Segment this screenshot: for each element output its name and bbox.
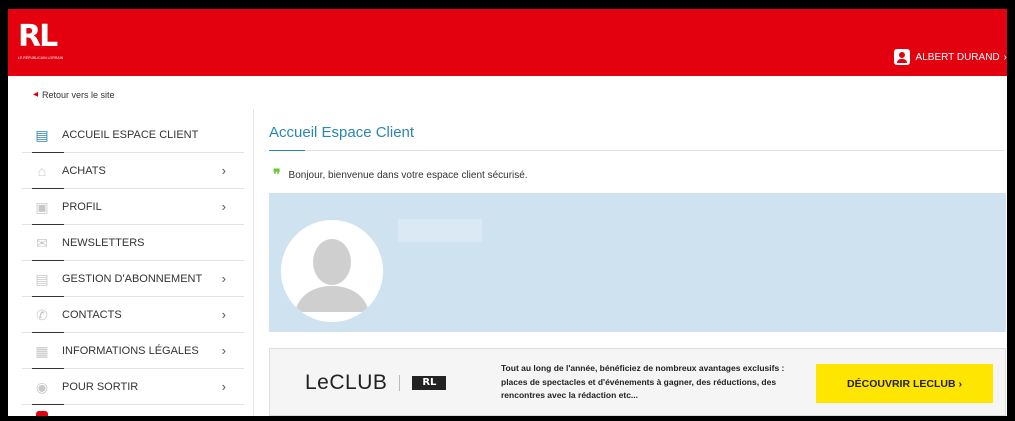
- sidebar: ▤ ACCUEIL ESPACE CLIENT ⌂ ACHATS › ▣ PRO…: [22, 117, 244, 405]
- avatar-silhouette-icon: [281, 220, 383, 322]
- id-card-icon: ▤: [35, 126, 49, 143]
- title-accent: [269, 150, 305, 151]
- sidebar-item-label: ACCUEIL ESPACE CLIENT: [62, 128, 199, 141]
- user-menu[interactable]: ALBERT DURAND ›: [893, 48, 1007, 66]
- back-link-label: Retour vers le site: [42, 89, 115, 100]
- welcome-text: Bonjour, bienvenue dans votre espace cli…: [288, 169, 528, 181]
- document-icon: ▦: [35, 342, 49, 359]
- back-arrow-icon: ◂: [33, 89, 39, 100]
- item-underline: [32, 404, 64, 405]
- user-icon: [893, 49, 910, 65]
- leclub-name: LeCLUB: [305, 371, 388, 394]
- profile-panel: [269, 193, 1006, 332]
- title-divider: [269, 150, 1005, 151]
- logo-text: RL: [18, 19, 58, 54]
- chevron-right-icon: ›: [221, 163, 226, 178]
- user-name: ALBERT DURAND: [915, 51, 1000, 63]
- leclub-banner: LeCLUB RL Tout au long de l'année, bénéf…: [269, 348, 1006, 416]
- sidebar-item-label: PROFIL: [62, 200, 102, 213]
- rl-badge: RL: [412, 376, 447, 390]
- discover-leclub-button[interactable]: DÉCOUVRIR LECLUB ›: [816, 364, 993, 403]
- sidebar-item-abonnement[interactable]: ▤ GESTION D'ABONNEMENT ›: [22, 261, 244, 297]
- globe-icon: ◉: [35, 378, 49, 395]
- user-chevron-icon: ›: [1003, 51, 1007, 63]
- sidebar-item-label: ACHATS: [62, 164, 106, 177]
- avatar[interactable]: [281, 220, 383, 322]
- sidebar-item-profil[interactable]: ▣ PROFIL ›: [22, 189, 244, 225]
- phone-icon: ✆: [36, 306, 48, 323]
- column-divider: [253, 109, 254, 416]
- sidebar-item-informations-legales[interactable]: ▦ INFORMATIONS LÉGALES ›: [22, 333, 244, 369]
- leclub-logo: LeCLUB RL: [305, 371, 447, 395]
- sidebar-item-partial[interactable]: [22, 409, 244, 416]
- logo-subtitle: LE RÉPUBLICAIN LORRAIN: [18, 56, 64, 60]
- envelope-icon: ✉: [36, 234, 48, 251]
- sidebar-item-label: NEWSLETTERS: [62, 236, 145, 249]
- sidebar-item-label: GESTION D'ABONNEMENT: [62, 272, 203, 285]
- chevron-right-icon: ›: [221, 343, 226, 358]
- page-title: Accueil Espace Client: [269, 124, 415, 141]
- basket-icon: ⌂: [37, 162, 47, 179]
- profile-icon: ▣: [35, 198, 49, 215]
- power-icon: [36, 411, 48, 416]
- sidebar-item-contacts[interactable]: ✆ CONTACTS ›: [22, 297, 244, 333]
- quote-icon: ❞: [273, 167, 281, 183]
- sidebar-item-label: POUR SORTIR: [62, 380, 139, 393]
- logo-separator: [399, 375, 401, 391]
- logo[interactable]: RL LE RÉPUBLICAIN LORRAIN: [18, 22, 66, 62]
- chevron-right-icon: ›: [221, 307, 226, 322]
- back-to-site-link[interactable]: ◂ Retour vers le site: [33, 89, 115, 100]
- top-bar: RL LE RÉPUBLICAIN LORRAIN ALBERT DURAND …: [8, 9, 1007, 76]
- chevron-right-icon: ›: [221, 379, 226, 394]
- chevron-right-icon: ›: [221, 199, 226, 214]
- profile-action-button[interactable]: [398, 219, 482, 242]
- sidebar-item-label: CONTACTS: [62, 308, 122, 321]
- sidebar-item-pour-sortir[interactable]: ◉ POUR SORTIR ›: [22, 369, 244, 405]
- page-frame: RL LE RÉPUBLICAIN LORRAIN ALBERT DURAND …: [8, 9, 1007, 416]
- newspaper-icon: ▤: [35, 270, 49, 287]
- sidebar-item-newsletters[interactable]: ✉ NEWSLETTERS: [22, 225, 244, 261]
- sidebar-item-accueil[interactable]: ▤ ACCUEIL ESPACE CLIENT: [22, 117, 244, 153]
- welcome-message: ❞ Bonjour, bienvenue dans votre espace c…: [273, 167, 528, 183]
- chevron-right-icon: ›: [221, 271, 226, 286]
- sidebar-item-label: INFORMATIONS LÉGALES: [62, 344, 199, 357]
- leclub-description: Tout au long de l'année, bénéficiez de n…: [501, 363, 785, 400]
- sidebar-item-achats[interactable]: ⌂ ACHATS ›: [22, 153, 244, 189]
